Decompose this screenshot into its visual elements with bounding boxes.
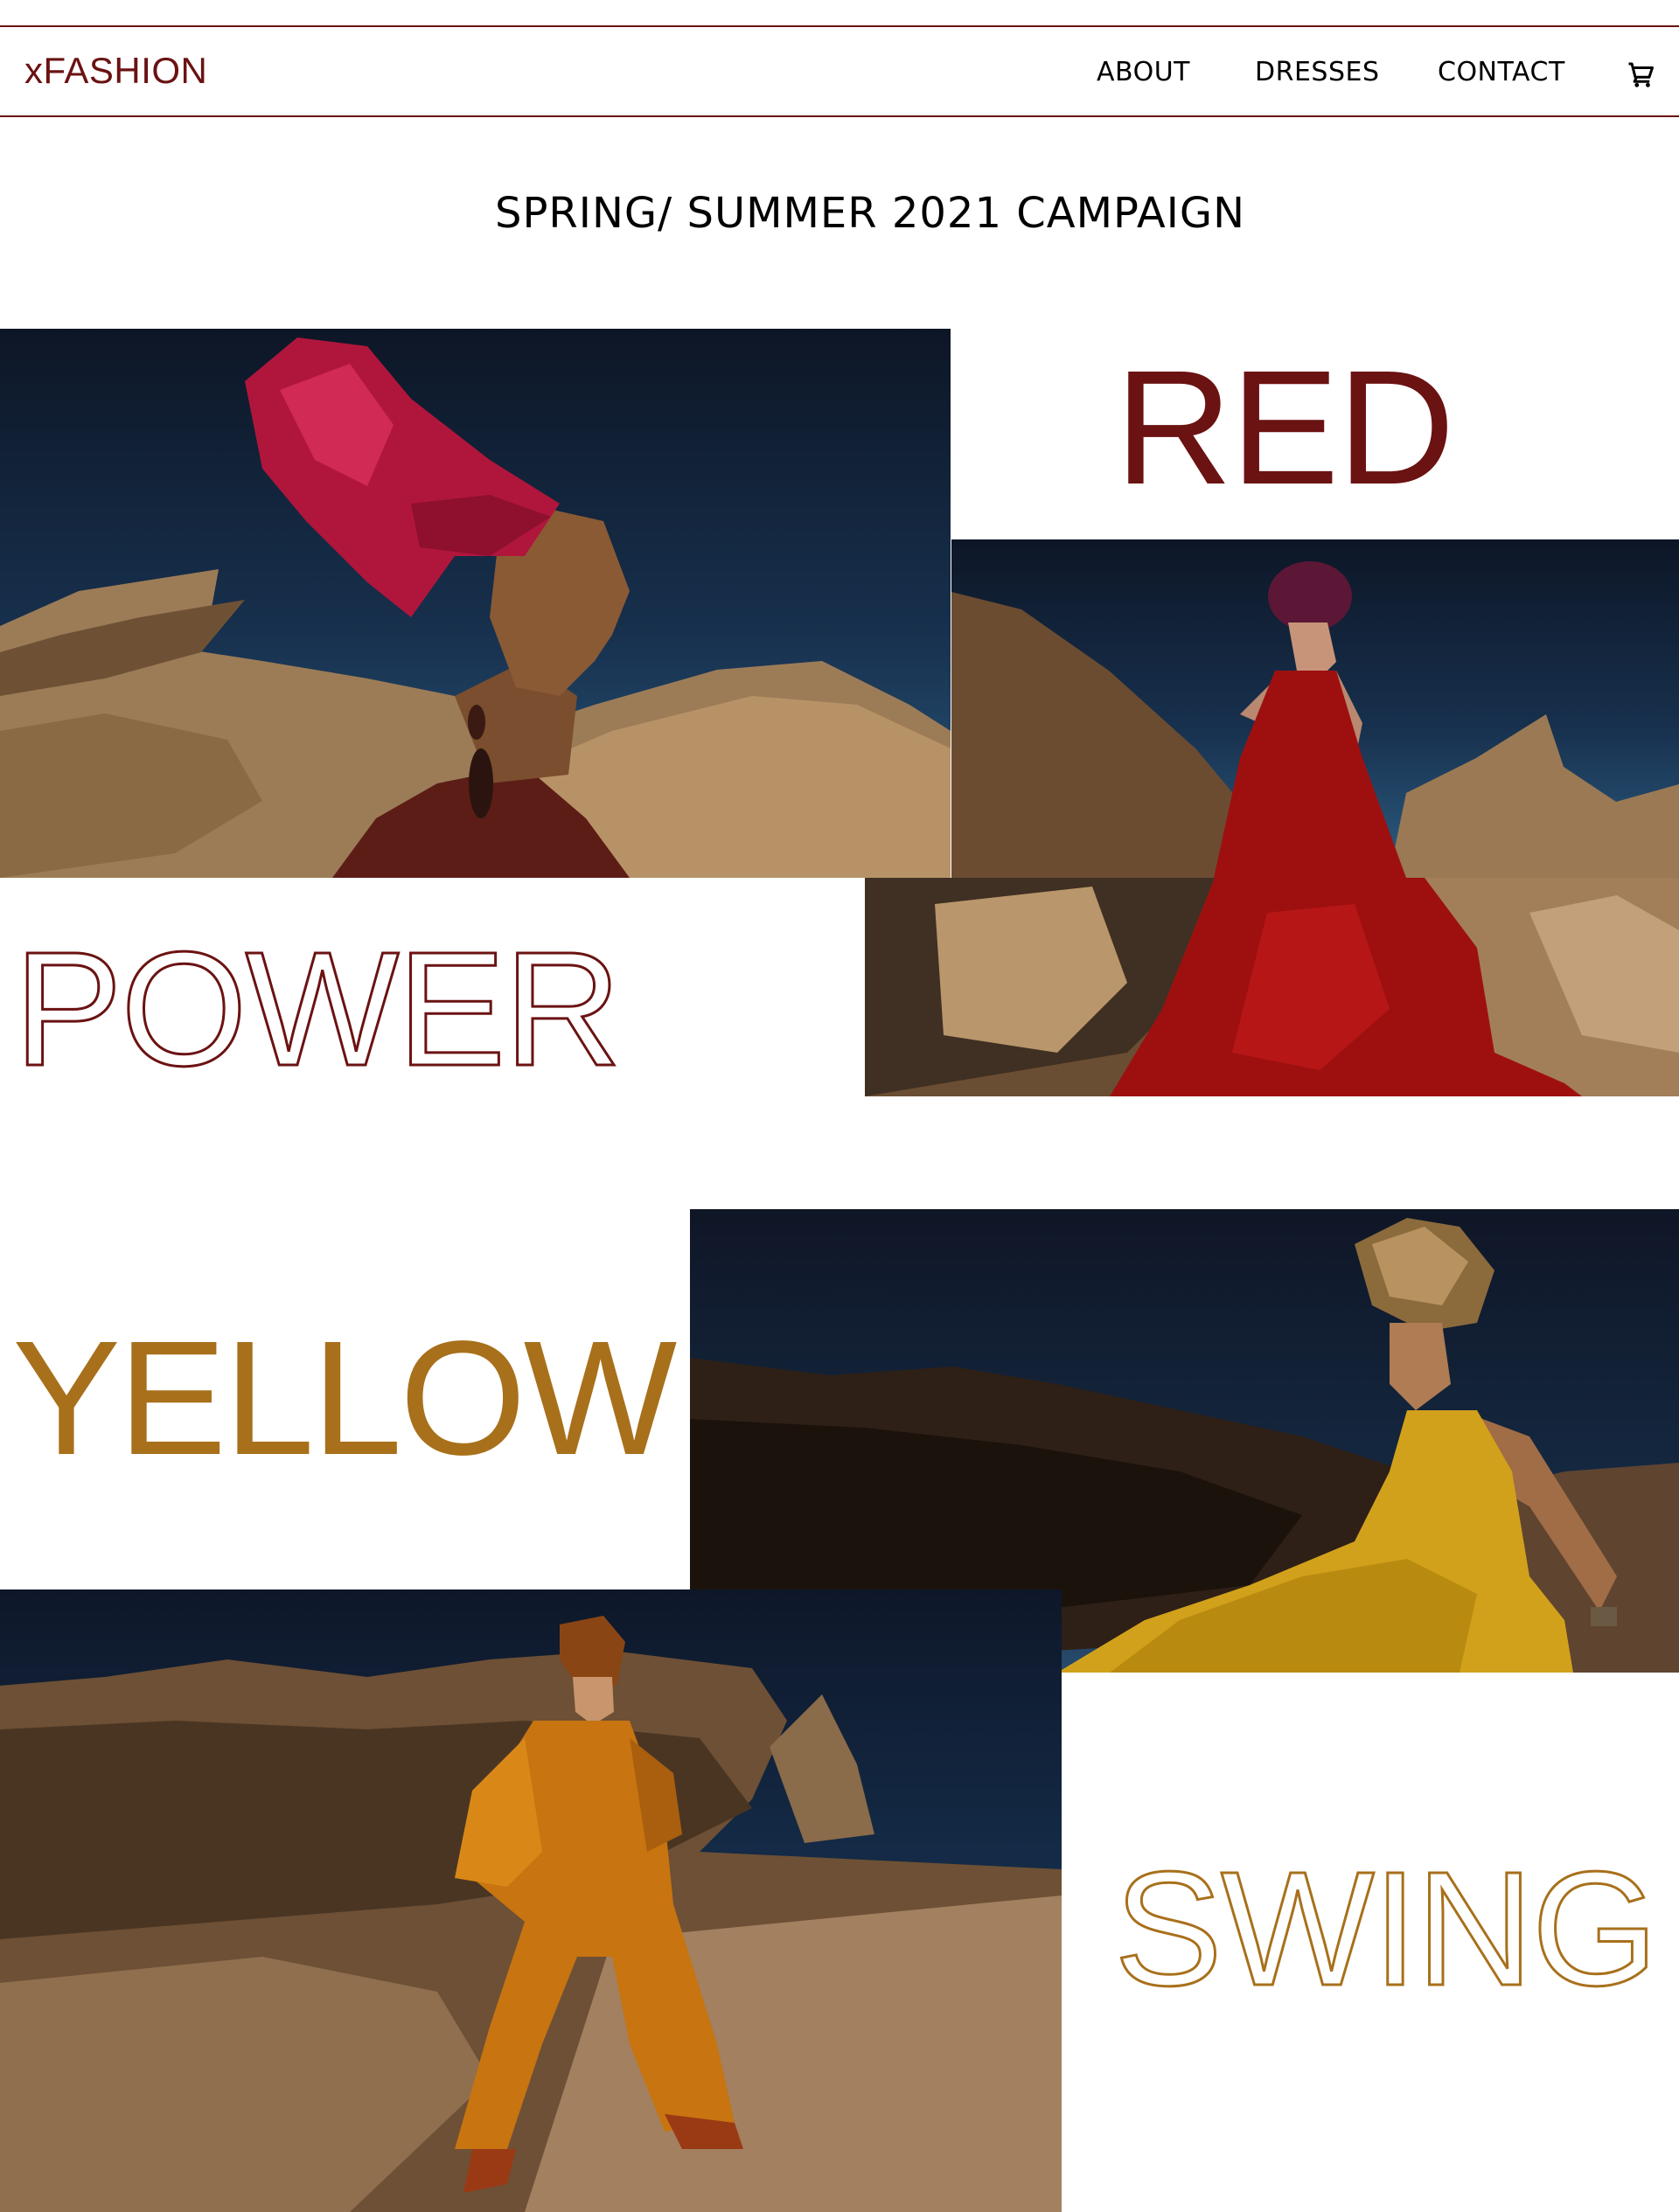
nav-link-contact[interactable]: CONTACT bbox=[1438, 53, 1565, 92]
campaign-photo-red-headwrap bbox=[0, 329, 951, 878]
word-yellow: YELLOW bbox=[12, 1308, 677, 1489]
main-nav: ABOUT DRESSES CONTACT bbox=[0, 53, 1679, 92]
word-power-outline: POWER bbox=[13, 919, 624, 1100]
nav-link-about[interactable]: ABOUT bbox=[1097, 53, 1190, 92]
campaign-title: SPRING/ SUMMER 2021 CAMPAIGN bbox=[495, 189, 1245, 238]
campaign-photo-orange-outfit bbox=[0, 1589, 1062, 2212]
shopping-cart-icon[interactable] bbox=[1625, 59, 1656, 90]
word-swing-outline: SWING bbox=[1112, 1839, 1659, 2020]
campaign-photo-red-dress-bottom bbox=[865, 878, 1679, 1096]
nav-link-dresses[interactable]: DRESSES bbox=[1255, 53, 1379, 92]
top-navbar: xFASHION ABOUT DRESSES CONTACT bbox=[0, 25, 1679, 117]
word-red: RED bbox=[1115, 337, 1455, 518]
campaign-photo-red-dress-top bbox=[951, 539, 1679, 878]
